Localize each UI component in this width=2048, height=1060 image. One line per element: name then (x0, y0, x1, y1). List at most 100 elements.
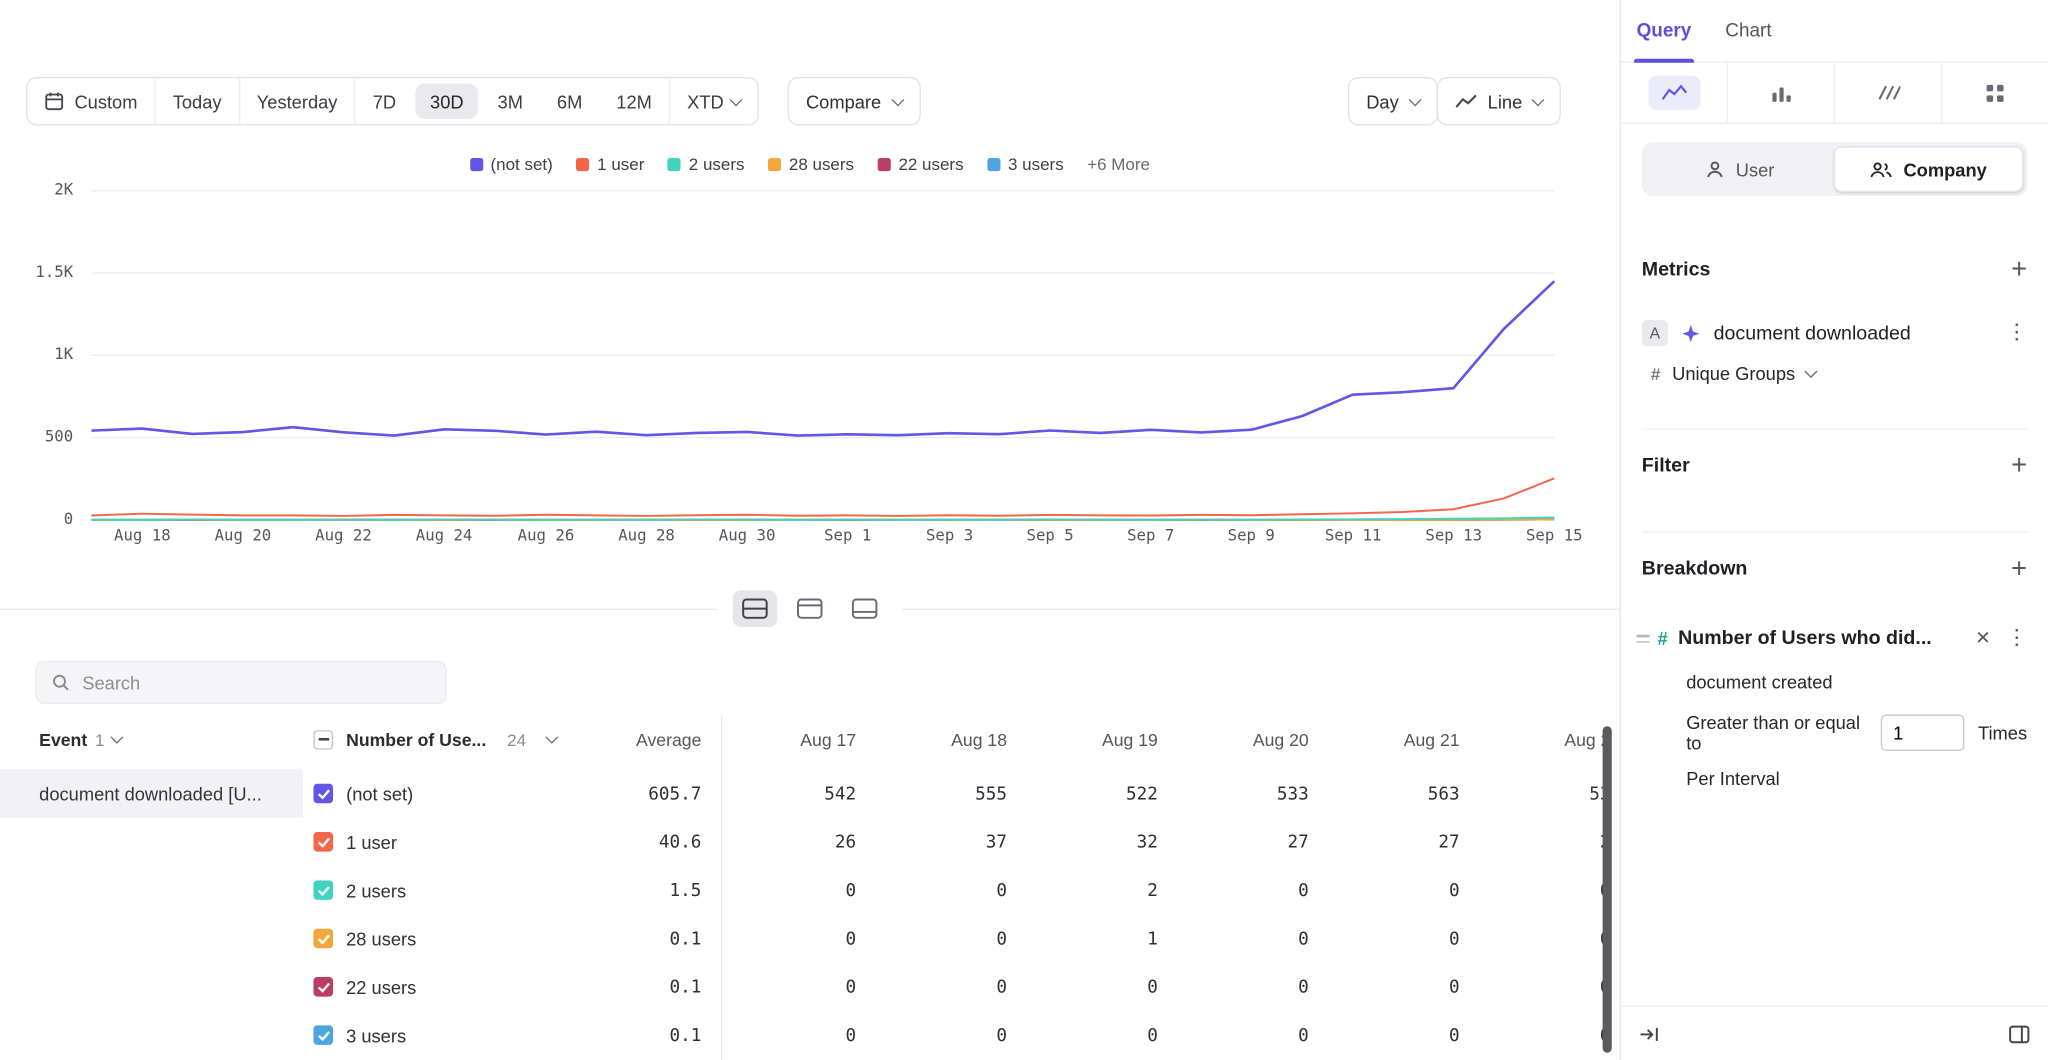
table-scrollbar[interactable] (1603, 726, 1612, 1053)
legend-swatch (768, 157, 781, 170)
legend-item[interactable]: (not set) (470, 154, 553, 174)
series-checkbox[interactable] (313, 784, 333, 804)
average-cell: 0.1 (564, 928, 721, 949)
chevron-down-icon (545, 731, 558, 744)
metrics-section-title: Metrics (1642, 259, 1711, 281)
toggle-user[interactable]: User (1646, 146, 1833, 192)
x-axis-label: Aug 18 (90, 526, 194, 544)
section-divider (1642, 532, 2027, 533)
custom-range-button[interactable]: Custom (27, 78, 154, 124)
event-column-header[interactable]: Event 1 (0, 716, 303, 763)
breakdown-value-input[interactable] (1881, 714, 1965, 751)
range-3m-button[interactable]: 3M (481, 78, 540, 124)
add-filter-button[interactable]: + (2011, 452, 2027, 479)
event-name-cell (0, 1011, 303, 1059)
bar-chart-type-icon[interactable] (1728, 63, 1835, 123)
xtd-dropdown[interactable]: XTD (669, 78, 758, 124)
tab-chart[interactable]: Chart (1725, 0, 1771, 62)
tab-query[interactable]: Query (1637, 0, 1692, 62)
table-row[interactable]: 1 user 40.6 26373227272 (0, 818, 1620, 866)
chevron-down-icon (1532, 93, 1545, 106)
event-name-cell[interactable]: document downloaded [U... (0, 769, 303, 817)
average-cell: 605.7 (564, 783, 721, 804)
legend-item[interactable]: 22 users (878, 154, 964, 174)
layout-split-icon[interactable] (733, 590, 777, 627)
legend-item[interactable]: 2 users (668, 154, 745, 174)
search-input[interactable] (82, 672, 431, 693)
add-metric-button[interactable]: + (2011, 256, 2027, 283)
layout-toggle-group (0, 590, 1620, 627)
series-checkbox[interactable] (313, 977, 333, 997)
more-chart-types-icon[interactable] (1942, 63, 2048, 123)
legend-item[interactable]: 3 users (987, 154, 1064, 174)
table-cell: 0 (721, 928, 872, 949)
range-6m-button[interactable]: 6M (540, 78, 599, 124)
table-row[interactable]: 3 users 0.1 000000 (0, 1011, 1620, 1059)
x-axis-label: Sep 3 (897, 526, 1001, 544)
select-all-checkbox[interactable] (313, 729, 333, 749)
breakdown-condition[interactable]: Greater than or equal to (1686, 712, 1868, 754)
panel-footer (1621, 1006, 2048, 1060)
add-breakdown-button[interactable]: + (2011, 555, 2027, 582)
compare-button[interactable]: Compare (788, 77, 921, 125)
main-content: Custom TodayYesterday7D30D3M6M12M XTD Co… (0, 0, 1620, 1060)
table-cell: 522 (1023, 783, 1174, 804)
legend-swatch (878, 157, 891, 170)
range-12m-button[interactable]: 12M (599, 78, 669, 124)
breakdown-event[interactable]: document created (1686, 671, 2027, 692)
interval-dropdown[interactable]: Day (1348, 77, 1438, 125)
breakdown-per-interval: Per Interval (1686, 768, 2027, 789)
range-7d-button[interactable]: 7D (354, 78, 413, 124)
panel-tabs: Query Chart (1621, 0, 2048, 63)
table-row[interactable]: 2 users 1.5 002000 (0, 866, 1620, 914)
series-checkbox[interactable] (313, 929, 333, 949)
toggle-company[interactable]: Company (1833, 146, 2023, 192)
table-cell: 26 (721, 831, 872, 852)
date-column-header: Aug 2 (1475, 729, 1619, 749)
close-icon[interactable]: ✕ (1975, 627, 1990, 649)
layout-table-icon[interactable] (842, 590, 886, 627)
average-cell: 40.6 (564, 831, 721, 852)
app-window: Custom TodayYesterday7D30D3M6M12M XTD Co… (0, 0, 2048, 1060)
line-chart[interactable] (0, 120, 1620, 554)
chart-line (91, 517, 1554, 519)
range-today-button[interactable]: Today (154, 78, 238, 124)
series-column-header[interactable]: Number of Use... 24 (303, 729, 564, 749)
table-cell: 53 (1475, 783, 1619, 804)
average-column-header: Average (564, 729, 721, 749)
event-name-cell (0, 914, 303, 962)
calendar-icon (44, 91, 64, 111)
table-cell: 2 (1475, 831, 1619, 852)
range-yesterday-button[interactable]: Yesterday (238, 78, 354, 124)
collapse-panel-icon[interactable] (1639, 1025, 1660, 1043)
filter-section-title: Filter (1642, 455, 1690, 477)
chart-type-dropdown[interactable]: Line (1437, 77, 1562, 125)
panel-toggle-icon[interactable] (2009, 1025, 2030, 1043)
layout-chart-icon[interactable] (788, 590, 832, 627)
line-chart-type-icon[interactable] (1621, 63, 1728, 123)
series-checkbox[interactable] (313, 832, 333, 852)
metric-letter-badge: A (1642, 320, 1668, 346)
table-row[interactable]: document downloaded [U... (not set) 605.… (0, 769, 1620, 817)
average-cell: 1.5 (564, 880, 721, 901)
table-row[interactable]: 22 users 0.1 000000 (0, 963, 1620, 1011)
legend-item[interactable]: 1 user (576, 154, 644, 174)
series-checkbox[interactable] (313, 880, 333, 900)
range-30d-button[interactable]: 30D (416, 84, 478, 119)
measure-dropdown[interactable]: # Unique Groups (1651, 363, 2027, 384)
table-row[interactable]: 28 users 0.1 001000 (0, 914, 1620, 962)
x-axis-label: Sep 9 (1199, 526, 1303, 544)
drag-handle-icon[interactable] (1637, 635, 1650, 643)
series-checkbox[interactable] (313, 1025, 333, 1045)
legend-item[interactable]: 28 users (768, 154, 854, 174)
chart-line (91, 478, 1554, 516)
breakdown-kebab-icon[interactable]: ⋮ (2006, 628, 2027, 649)
metric-kebab-icon[interactable]: ⋮ (2006, 323, 2027, 344)
table-body: document downloaded [U... (not set) 605.… (0, 769, 1620, 1059)
legend-more[interactable]: +6 More (1087, 154, 1150, 174)
frozen-column-divider (721, 716, 722, 1060)
metric-item[interactable]: A document downloaded ⋮ (1642, 320, 2027, 346)
table-cell: 0 (1324, 976, 1475, 997)
date-column-header: Aug 19 (1023, 729, 1174, 749)
flow-chart-type-icon[interactable] (1835, 63, 1942, 123)
